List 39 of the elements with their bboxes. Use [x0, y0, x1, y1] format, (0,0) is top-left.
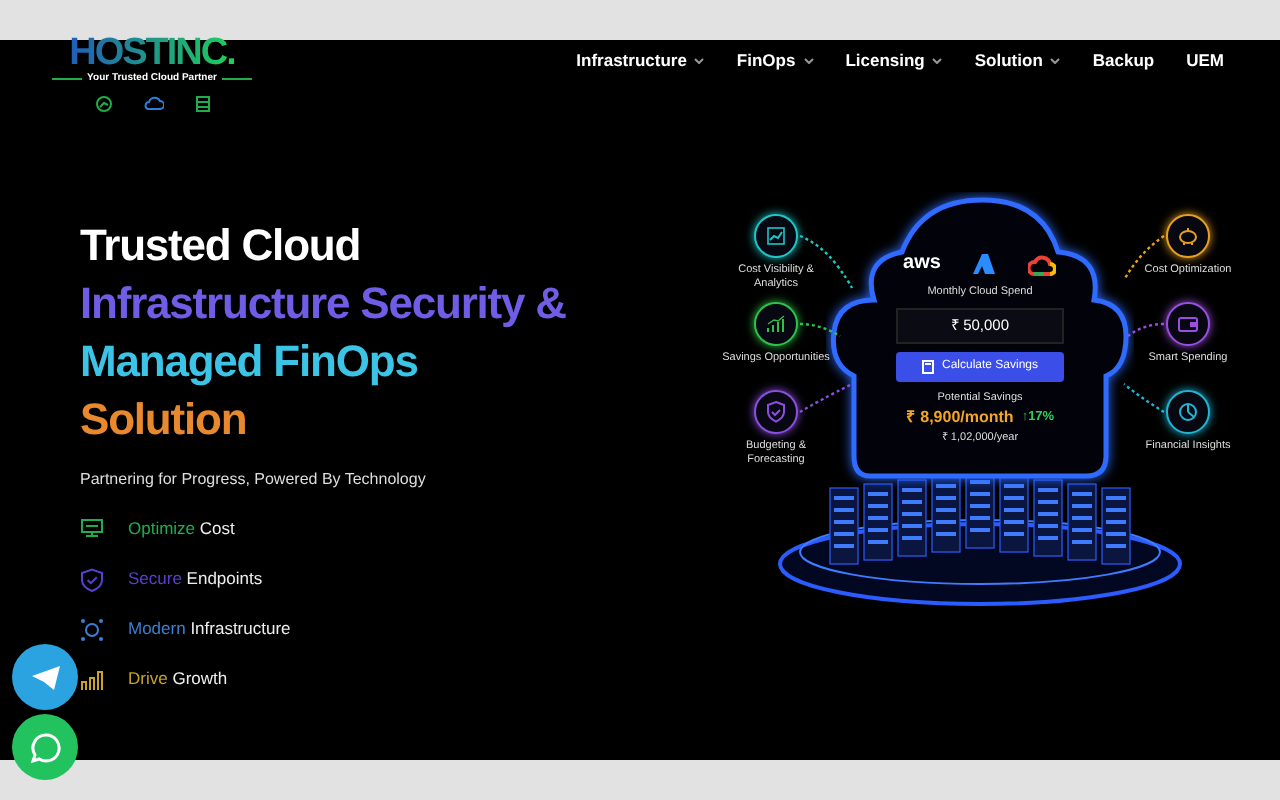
shield-icon	[80, 567, 104, 591]
monitor-icon	[80, 517, 104, 541]
nav-link[interactable]: Infrastructure	[576, 48, 705, 74]
feature-label: Modern Infrastructure	[128, 616, 291, 642]
cloud-icon	[143, 95, 163, 109]
monthly-savings: ₹ 8,900/month	[905, 405, 1014, 430]
server-icon	[195, 95, 209, 111]
heading-line: Managed FinOps	[80, 334, 420, 390]
heading-line: Infrastructure Security &	[80, 276, 568, 332]
nav-link[interactable]: FinOps	[736, 48, 814, 74]
feature-label: Secure Endpoints	[128, 566, 263, 592]
wallet-icon	[1176, 312, 1200, 336]
heading-line: Solution	[80, 392, 249, 448]
letter-a-icon	[972, 252, 997, 276]
cloud-icon	[1028, 253, 1057, 275]
network-icon	[80, 617, 104, 641]
hero-subtitle: Partnering for Progress, Powered By Technology	[80, 468, 428, 492]
paper-plane-icon	[29, 663, 61, 691]
chart-icon	[764, 224, 788, 248]
caret-icon	[803, 57, 814, 64]
heading-line: Trusted Cloud	[80, 218, 363, 274]
growth-chart-icon	[764, 312, 788, 336]
caret-icon	[932, 57, 943, 64]
nav-link[interactable]: Licensing	[845, 48, 943, 74]
caret-icon	[1050, 57, 1061, 64]
chart-icon	[95, 95, 111, 111]
bar-chart-icon	[80, 667, 104, 691]
nav-link[interactable]: Solution	[974, 48, 1061, 74]
feature-label: Drive Growth	[128, 666, 228, 692]
shield-icon	[764, 400, 788, 424]
feature-label: Optimize Cost	[128, 516, 235, 542]
pie-chart-icon	[1176, 400, 1200, 424]
caret-icon	[694, 57, 705, 64]
chat-bubble-icon	[29, 731, 61, 763]
nav-link[interactable]: Backup	[1092, 48, 1155, 74]
calculator-icon	[921, 359, 934, 373]
piggy-bank-icon	[1176, 224, 1200, 248]
nav-link[interactable]: UEM	[1186, 48, 1224, 74]
provider-logo: aws	[903, 254, 941, 274]
